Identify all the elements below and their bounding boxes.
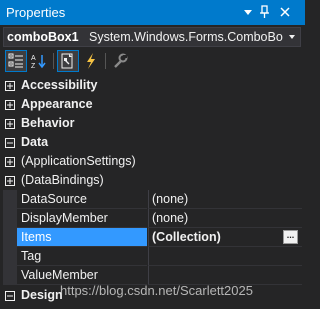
property-name[interactable]: Items xyxy=(17,228,147,247)
property-row-datasource[interactable]: DataSource (none) xyxy=(3,190,302,209)
events-icon[interactable] xyxy=(80,50,102,72)
property-value[interactable] xyxy=(148,247,302,266)
expand-plus-icon[interactable] xyxy=(5,156,15,167)
property-name[interactable]: DisplayMember xyxy=(17,209,147,228)
property-label: (DataBindings) xyxy=(21,173,104,187)
collection-editor-button[interactable]: ... xyxy=(283,230,298,244)
category-label: Appearance xyxy=(21,97,93,111)
property-name[interactable]: Tag xyxy=(17,247,147,266)
alphabetical-icon[interactable]: A Z xyxy=(28,50,50,72)
properties-toolbar: A Z xyxy=(0,49,305,75)
title-bar: Properties xyxy=(0,0,305,25)
expand-plus-icon[interactable] xyxy=(5,99,15,110)
collapse-minus-icon[interactable] xyxy=(5,290,15,301)
triangle-down-icon[interactable] xyxy=(286,28,298,46)
close-icon[interactable] xyxy=(278,3,292,21)
pin-icon[interactable] xyxy=(258,3,272,21)
categorized-icon[interactable] xyxy=(5,50,27,72)
category-accessibility[interactable]: Accessibility xyxy=(3,76,302,95)
property-data-bindings[interactable]: (DataBindings) xyxy=(3,171,302,190)
expand-plus-icon[interactable] xyxy=(5,118,15,129)
category-label: Behavior xyxy=(21,116,75,130)
row-margin xyxy=(3,266,17,285)
expand-plus-icon[interactable] xyxy=(5,175,15,186)
property-row-tag[interactable]: Tag xyxy=(3,247,302,266)
property-pages-icon[interactable] xyxy=(109,50,131,72)
toolbar-separator xyxy=(105,53,106,69)
collapse-minus-icon[interactable] xyxy=(5,137,15,148)
svg-text:Z: Z xyxy=(31,63,36,70)
property-row-displaymember[interactable]: DisplayMember (none) xyxy=(3,209,302,228)
property-value[interactable]: (none) xyxy=(148,190,302,209)
object-name: comboBox1 xyxy=(7,30,79,44)
row-margin xyxy=(3,247,17,266)
category-data[interactable]: Data xyxy=(3,133,302,152)
expand-plus-icon[interactable] xyxy=(5,80,15,91)
window-position-dropdown-icon[interactable] xyxy=(241,3,255,21)
object-selector[interactable]: comboBox1 System.Windows.Forms.ComboBo xyxy=(3,27,301,47)
category-appearance[interactable]: Appearance xyxy=(3,95,302,114)
property-value-text: (Collection) xyxy=(152,230,221,244)
property-row-items[interactable]: Items (Collection) ... xyxy=(3,228,302,247)
svg-text:A: A xyxy=(31,55,36,62)
window-title: Properties xyxy=(6,5,66,20)
properties-icon[interactable] xyxy=(57,50,79,72)
row-margin xyxy=(3,228,17,247)
toolbar-separator xyxy=(53,53,54,69)
property-value[interactable]: (Collection) xyxy=(148,228,302,247)
row-margin xyxy=(3,190,17,209)
object-type: System.Windows.Forms.ComboBo xyxy=(89,30,283,44)
category-behavior[interactable]: Behavior xyxy=(3,114,302,133)
property-application-settings[interactable]: (ApplicationSettings) xyxy=(3,152,302,171)
category-label: Accessibility xyxy=(21,78,98,92)
property-label: (ApplicationSettings) xyxy=(21,154,136,168)
row-margin xyxy=(3,209,17,228)
category-label: Data xyxy=(21,135,49,149)
property-name[interactable]: DataSource xyxy=(17,190,147,209)
watermark-text: https://blog.csdn.net/Scarlett2025 xyxy=(60,283,253,298)
category-label: Design xyxy=(21,288,63,302)
property-value[interactable]: (none) xyxy=(148,209,302,228)
property-grid: Accessibility Appearance Behavior Data (… xyxy=(3,76,302,309)
